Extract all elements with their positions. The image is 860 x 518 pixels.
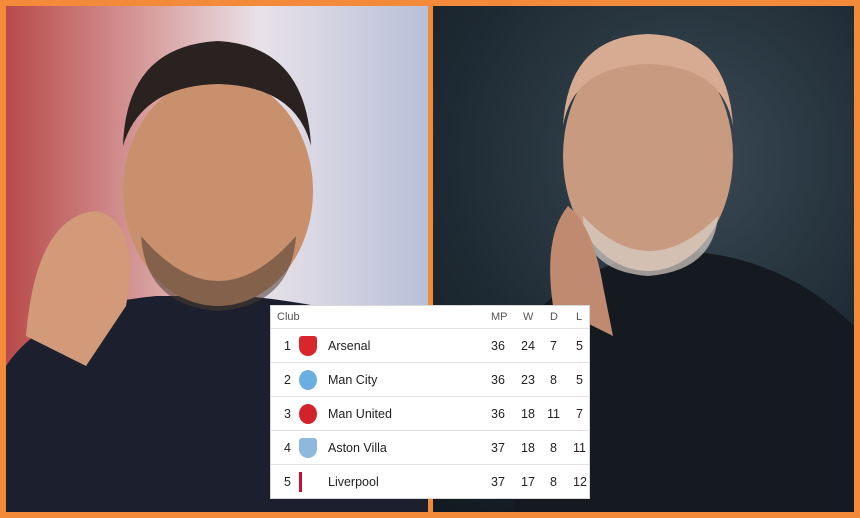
position: 3 xyxy=(284,407,291,421)
d-header: D xyxy=(550,311,558,323)
man-city-crest-icon xyxy=(299,370,317,390)
image-frame: Club MP W D L 1 Arsenal 36 24 7 5 2 Man … xyxy=(0,0,860,518)
l-header: L xyxy=(576,311,583,323)
wins: 18 xyxy=(521,407,535,421)
draws: 7 xyxy=(550,339,557,353)
arsenal-crest-icon xyxy=(299,336,317,356)
club-name: Liverpool xyxy=(328,475,379,489)
draws: 8 xyxy=(550,475,557,489)
matches-played: 37 xyxy=(491,441,505,455)
man-united-crest-icon xyxy=(299,404,317,424)
position: 1 xyxy=(284,339,291,353)
matches-played: 37 xyxy=(491,475,505,489)
liverpool-crest-icon xyxy=(299,472,320,492)
aston-villa-crest-icon xyxy=(299,438,317,458)
position: 2 xyxy=(284,373,291,387)
wins: 23 xyxy=(521,373,535,387)
table-row: 1 Arsenal 36 24 7 5 xyxy=(271,328,589,363)
matches-played: 36 xyxy=(491,407,505,421)
table-row: 2 Man City 36 23 8 5 xyxy=(271,362,589,397)
draws: 8 xyxy=(550,373,557,387)
wins: 24 xyxy=(521,339,535,353)
draws: 11 xyxy=(547,407,560,421)
position: 5 xyxy=(284,475,291,489)
table-row: 5 Liverpool 37 17 8 12 xyxy=(271,464,589,499)
club-name: Man City xyxy=(328,373,378,387)
losses: 12 xyxy=(573,475,587,489)
club-name: Arsenal xyxy=(328,339,371,353)
club-header: Club xyxy=(277,311,300,323)
table-row: 4 Aston Villa 37 18 8 11 xyxy=(271,430,589,465)
league-table: Club MP W D L 1 Arsenal 36 24 7 5 2 Man … xyxy=(270,305,590,499)
matches-played: 36 xyxy=(491,373,505,387)
losses: 7 xyxy=(576,407,583,421)
table-header: Club MP W D L xyxy=(271,306,589,328)
matches-played: 36 xyxy=(491,339,505,353)
draws: 8 xyxy=(550,441,557,455)
losses: 11 xyxy=(573,441,586,455)
wins: 17 xyxy=(521,475,535,489)
losses: 5 xyxy=(576,339,583,353)
table-row: 3 Man United 36 18 11 7 xyxy=(271,396,589,431)
club-name: Man United xyxy=(328,407,392,421)
position: 4 xyxy=(284,441,291,455)
wins: 18 xyxy=(521,441,535,455)
losses: 5 xyxy=(576,373,583,387)
club-name: Aston Villa xyxy=(328,441,387,455)
w-header: W xyxy=(523,311,534,323)
mp-header: MP xyxy=(491,311,508,323)
